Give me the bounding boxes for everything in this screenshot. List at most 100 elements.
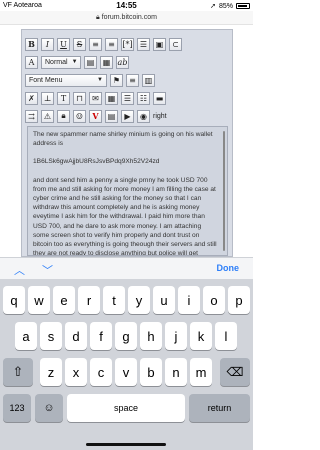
space-key[interactable]: space: [67, 394, 185, 422]
location-icon: ➚: [210, 3, 216, 10]
key-s[interactable]: s: [40, 322, 62, 350]
backspace-key[interactable]: ⌫: [220, 358, 250, 386]
toolbar-row-5: ⇉ ⚠ 🔒︎ ☺ V ▤ ▶ ◉ right: [25, 108, 167, 124]
numbers-key[interactable]: 123: [3, 394, 31, 422]
key-v[interactable]: v: [115, 358, 137, 386]
right-align-label[interactable]: right: [153, 113, 167, 120]
pdf-icon[interactable]: ▤: [105, 109, 118, 123]
done-button[interactable]: Done: [217, 263, 240, 273]
spoiler-icon[interactable]: ⇉: [25, 109, 38, 123]
media-icon[interactable]: ◉: [137, 109, 150, 123]
url-bar[interactable]: 🔒︎ forum.bitcoin.com: [0, 11, 253, 25]
toolbar-row-2: A Normal ▼ ▤ ▦ ab: [25, 54, 129, 70]
page-content: B I U S ≡ ≡ [*] ☰ ▣ ⊂ A Normal ▼ ▤ ▦ ab F…: [0, 25, 253, 257]
keyboard-row-2: a s d f g h j k l: [0, 322, 253, 351]
message-paragraph: and dont send him a penny a single prnny…: [33, 176, 217, 256]
toolbar-row-3: Font Menu ▼ ⚑ ≡ ▥: [25, 72, 155, 88]
flash-icon[interactable]: ▬: [153, 91, 166, 105]
toolbar-row-4: ✗ ⊥ T ⊓ ✉ ▦ ☰ ☷ ▬: [25, 90, 166, 106]
keyboard-row-4: 123 ☺ space return: [0, 394, 253, 423]
chevron-up-icon[interactable]: ︿: [14, 262, 25, 278]
glow-icon[interactable]: ab: [116, 55, 129, 69]
key-k[interactable]: k: [190, 322, 212, 350]
battery-icon: [236, 3, 250, 9]
key-q[interactable]: q: [3, 286, 25, 314]
key-u[interactable]: u: [153, 286, 175, 314]
key-j[interactable]: j: [165, 322, 187, 350]
bullet-list-icon[interactable]: ☰: [121, 91, 134, 105]
key-y[interactable]: y: [128, 286, 150, 314]
key-e[interactable]: e: [53, 286, 75, 314]
superscript-icon[interactable]: ⊥: [41, 91, 54, 105]
key-m[interactable]: m: [190, 358, 212, 386]
red-v-icon[interactable]: V: [89, 109, 102, 123]
remove-format-icon[interactable]: ✗: [25, 91, 38, 105]
font-face-icon[interactable]: A: [25, 55, 38, 69]
text-color-icon[interactable]: ▦: [100, 55, 113, 69]
lock-icon: 🔒︎: [96, 14, 100, 21]
key-f[interactable]: f: [90, 322, 112, 350]
email-icon[interactable]: ✉: [89, 91, 102, 105]
keyboard-row-1: q w e r t y u i o p: [0, 286, 253, 315]
key-o[interactable]: o: [203, 286, 225, 314]
smiley-icon[interactable]: ☺: [73, 109, 86, 123]
key-l[interactable]: l: [215, 322, 237, 350]
table-insert-icon[interactable]: ▦: [105, 91, 118, 105]
quote-icon[interactable]: ⊓: [73, 91, 86, 105]
subscript-icon[interactable]: T: [57, 91, 70, 105]
backspace-icon: ⌫: [226, 365, 244, 379]
color-picker-icon[interactable]: ⚑: [110, 73, 123, 87]
table-icon[interactable]: ▥: [142, 73, 155, 87]
key-h[interactable]: h: [140, 322, 162, 350]
underline-button[interactable]: U: [57, 37, 70, 51]
key-a[interactable]: a: [15, 322, 37, 350]
emoji-icon: ☺: [43, 402, 55, 414]
status-right: ➚ 85%: [210, 2, 250, 10]
key-r[interactable]: r: [78, 286, 100, 314]
battery-percent: 85%: [218, 2, 233, 10]
key-i[interactable]: i: [178, 286, 200, 314]
key-b[interactable]: b: [140, 358, 162, 386]
italic-button[interactable]: I: [41, 37, 54, 51]
key-t[interactable]: t: [103, 286, 125, 314]
textarea-scrollbar[interactable]: [223, 131, 225, 251]
numbered-list-icon[interactable]: ☷: [137, 91, 150, 105]
strikethrough-button[interactable]: S: [73, 37, 86, 51]
align-center-icon[interactable]: ≡: [105, 37, 118, 51]
key-c[interactable]: c: [90, 358, 112, 386]
chevron-down-icon: ▼: [71, 59, 78, 65]
key-n[interactable]: n: [165, 358, 187, 386]
key-d[interactable]: d: [65, 322, 87, 350]
chevron-down-icon[interactable]: ﹀: [42, 262, 53, 278]
font-menu-select[interactable]: Font Menu ▼: [25, 73, 107, 87]
onscreen-keyboard: q w e r t y u i o p a s d f g h j k l ⇧ …: [0, 279, 253, 450]
keyboard-accessory-bar: ︿ ﹀ Done: [0, 257, 253, 279]
highlight-icon[interactable]: ▤: [84, 55, 97, 69]
lock-icon[interactable]: 🔒︎: [57, 109, 70, 123]
list-icon[interactable]: ☰: [137, 37, 150, 51]
link-icon[interactable]: ⊂: [169, 37, 182, 51]
return-key[interactable]: return: [189, 394, 250, 422]
key-p[interactable]: p: [228, 286, 250, 314]
chevron-down-icon: ▼: [97, 77, 103, 83]
key-x[interactable]: x: [65, 358, 87, 386]
post-editor: B I U S ≡ ≡ [*] ☰ ▣ ⊂ A Normal ▼ ▤ ▦ ab F…: [21, 29, 233, 257]
home-indicator[interactable]: [86, 443, 166, 446]
toolbar-row-1: B I U S ≡ ≡ [*] ☰ ▣ ⊂: [25, 36, 182, 52]
key-z[interactable]: z: [40, 358, 62, 386]
shift-key[interactable]: ⇧: [3, 358, 33, 386]
emoji-key[interactable]: ☺: [35, 394, 63, 422]
video-icon[interactable]: ▶: [121, 109, 134, 123]
align-left-icon[interactable]: ≡: [89, 37, 102, 51]
bold-button[interactable]: B: [25, 37, 38, 51]
image-icon[interactable]: ▣: [153, 37, 166, 51]
key-g[interactable]: g: [115, 322, 137, 350]
font-size-select[interactable]: Normal ▼: [41, 55, 81, 69]
horizontal-rule-icon[interactable]: ≡: [126, 73, 139, 87]
shift-icon: ⇧: [12, 364, 24, 379]
key-w[interactable]: w: [28, 286, 50, 314]
status-bar: VF Aotearoa 14:55 ➚ 85%: [0, 0, 253, 11]
warning-icon[interactable]: ⚠: [41, 109, 54, 123]
message-textarea[interactable]: The new spammer name shirley minium is g…: [27, 126, 228, 256]
code-icon[interactable]: [*]: [121, 37, 134, 51]
